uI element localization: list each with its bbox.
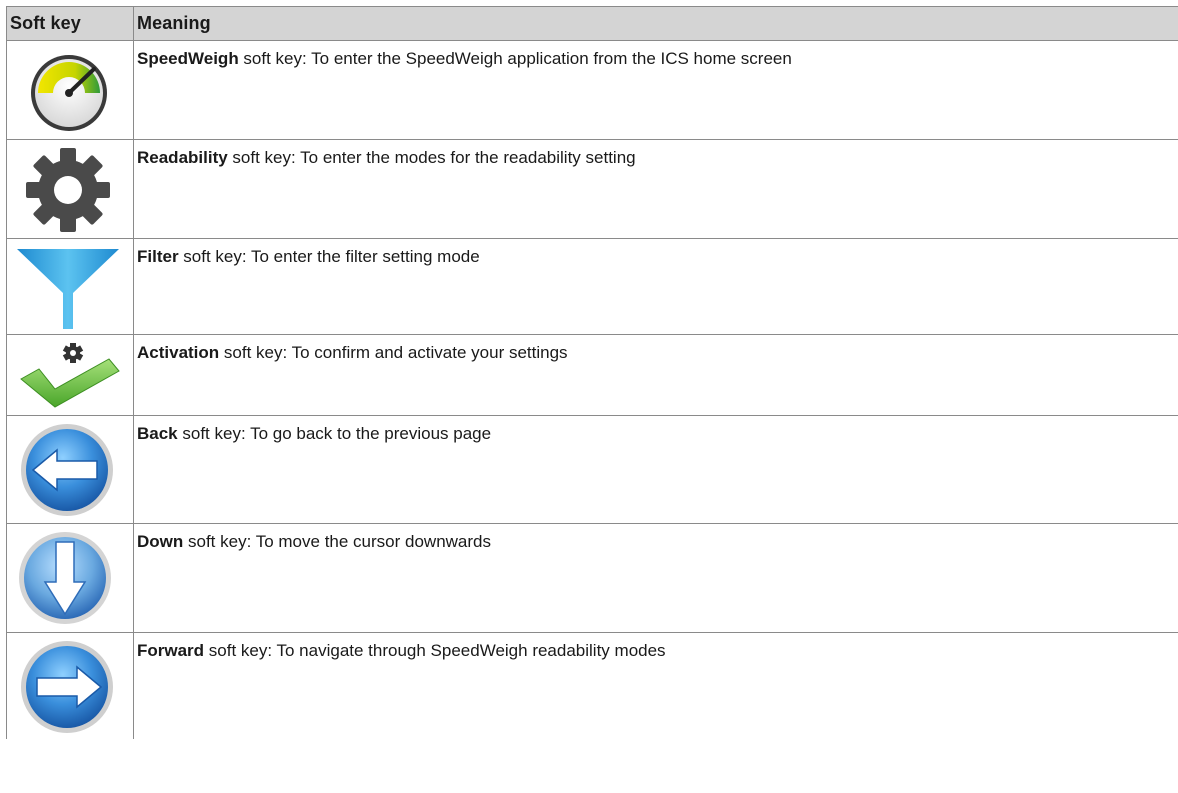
table-row: Filter soft key: To enter the filter set…: [6, 238, 1178, 335]
table-row: Readability soft key: To enter the modes…: [6, 139, 1178, 239]
soft-key-description: soft key: To move the cursor downwards: [183, 532, 491, 551]
soft-key-cell: [6, 632, 134, 739]
soft-key-cell: [6, 40, 134, 140]
table-row: Forward soft key: To navigate through Sp…: [6, 632, 1178, 739]
soft-key-cell: [6, 334, 134, 416]
arrow-right-circle-icon: [21, 640, 113, 733]
soft-key-table: Soft key Meaning SpeedWeigh soft key: To…: [6, 6, 1178, 739]
soft-key-name: Readability: [137, 148, 228, 167]
soft-key-name: Down: [137, 532, 184, 551]
header-meaning: Meaning: [133, 6, 1178, 41]
arrow-down-circle-icon: [19, 531, 111, 624]
meaning-cell: Readability soft key: To enter the modes…: [133, 139, 1178, 239]
soft-key-cell: [6, 415, 134, 524]
meaning-cell: Back soft key: To go back to the previou…: [133, 415, 1178, 524]
soft-key-cell: [6, 238, 134, 335]
soft-key-name: Activation: [137, 343, 220, 362]
meaning-cell: Activation soft key: To confirm and acti…: [133, 334, 1178, 416]
table-row: Activation soft key: To confirm and acti…: [6, 334, 1178, 416]
table-row: Down soft key: To move the cursor downwa…: [6, 523, 1178, 633]
soft-key-cell: [6, 523, 134, 633]
table-row: Back soft key: To go back to the previou…: [6, 415, 1178, 524]
soft-key-description: soft key: To enter the filter setting mo…: [178, 247, 480, 266]
soft-key-description: soft key: To enter the modes for the rea…: [227, 148, 636, 167]
header-soft-key: Soft key: [6, 6, 134, 41]
soft-key-description: soft key: To navigate through SpeedWeigh…: [204, 641, 666, 660]
soft-key-description: soft key: To go back to the previous pag…: [177, 424, 492, 443]
soft-key-cell: [6, 139, 134, 239]
speedometer-icon: [31, 54, 107, 131]
soft-key-name: SpeedWeigh: [137, 49, 239, 68]
soft-key-name: Forward: [137, 641, 205, 660]
soft-key-description: soft key: To confirm and activate your s…: [219, 343, 568, 362]
meaning-cell: SpeedWeigh soft key: To enter the SpeedW…: [133, 40, 1178, 140]
gear-icon: [26, 147, 110, 232]
table-header-row: Soft key Meaning: [6, 6, 1178, 41]
soft-key-description: soft key: To enter the SpeedWeigh applic…: [238, 49, 792, 68]
meaning-cell: Forward soft key: To navigate through Sp…: [133, 632, 1178, 739]
soft-key-name: Filter: [137, 247, 179, 266]
meaning-cell: Down soft key: To move the cursor downwa…: [133, 523, 1178, 633]
arrow-left-circle-icon: [21, 423, 113, 516]
checkmark-gear-icon: [20, 342, 120, 408]
soft-key-name: Back: [137, 424, 178, 443]
table-row: SpeedWeigh soft key: To enter the SpeedW…: [6, 40, 1178, 140]
meaning-cell: Filter soft key: To enter the filter set…: [133, 238, 1178, 335]
funnel-filter-icon: [17, 248, 119, 329]
